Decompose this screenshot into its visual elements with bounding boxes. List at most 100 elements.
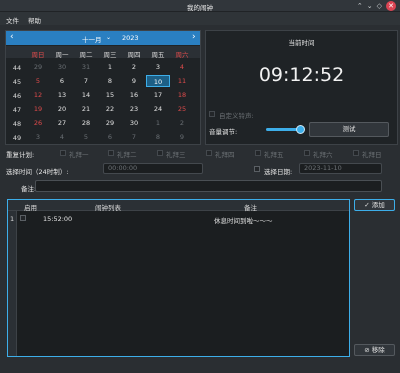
weekday-label: 周二 xyxy=(79,51,93,59)
calendar-day[interactable]: 3 xyxy=(26,131,50,143)
menu-bar: 文件 帮助 xyxy=(0,12,400,25)
time-input[interactable]: 00:00:00 xyxy=(103,163,203,174)
panel-title: 当前时间 xyxy=(288,39,315,47)
row-note: 休息时间到啦～～～ xyxy=(214,217,273,225)
repeat-day-checkbox[interactable] xyxy=(60,150,66,156)
calendar-day[interactable]: 8 xyxy=(146,131,170,143)
date-checkbox[interactable] xyxy=(254,166,260,172)
repeat-day-label: 礼拜四 xyxy=(215,151,235,159)
calendar-day[interactable]: 24 xyxy=(146,103,170,115)
calendar-day[interactable]: 1 xyxy=(98,61,122,73)
calendar-day[interactable]: 4 xyxy=(50,131,74,143)
calendar-day[interactable]: 30 xyxy=(50,61,74,73)
calendar-day[interactable]: 31 xyxy=(74,61,98,73)
title-bar: 我的闹钟 ⌃ ⌄ ◇ ✕ xyxy=(0,0,400,12)
keep-above-icon[interactable]: ⌃ xyxy=(357,1,363,11)
calendar-day[interactable]: 25 xyxy=(170,103,194,115)
calendar-day[interactable]: 14 xyxy=(74,89,98,101)
calendar[interactable]: ‹ 十一月 ⌄ 2023 › 周日 周一 周二 周三 周四 周五 周六 44 29 30 31 1 2… xyxy=(5,30,201,145)
note-input[interactable] xyxy=(35,180,382,192)
calendar-day[interactable]: 29 xyxy=(98,117,122,129)
repeat-day-label: 礼拜一 xyxy=(69,151,89,159)
calendar-day[interactable]: 28 xyxy=(74,117,98,129)
volume-slider[interactable] xyxy=(266,128,300,131)
time-label: 选择时间（24时制）: xyxy=(6,168,69,176)
calendar-day[interactable]: 9 xyxy=(170,131,194,143)
calendar-day[interactable]: 19 xyxy=(26,103,50,115)
close-icon[interactable]: ✕ xyxy=(386,1,396,11)
calendar-day[interactable]: 18 xyxy=(170,89,194,101)
week-number: 47 xyxy=(12,106,22,114)
calendar-day[interactable]: 2 xyxy=(122,61,146,73)
header-note: 备注 xyxy=(244,204,257,212)
volume-slider-handle[interactable] xyxy=(296,125,305,134)
repeat-day-checkbox[interactable] xyxy=(304,150,310,156)
menu-file[interactable]: 文件 xyxy=(6,15,19,25)
week-number: 49 xyxy=(12,134,22,142)
custom-ringtone-checkbox[interactable] xyxy=(209,111,215,117)
calendar-day[interactable]: 15 xyxy=(98,89,122,101)
calendar-day[interactable]: 2 xyxy=(170,117,194,129)
calendar-day[interactable]: 30 xyxy=(122,117,146,129)
calendar-day[interactable]: 27 xyxy=(50,117,74,129)
minimize-icon[interactable]: ⌄ xyxy=(367,1,373,11)
calendar-day[interactable]: 12 xyxy=(26,89,50,101)
remove-button[interactable]: ⊘ 移除 xyxy=(354,344,395,356)
weekday-label: 周六 xyxy=(175,51,189,59)
calendar-day[interactable]: 3 xyxy=(146,61,170,73)
week-number: 48 xyxy=(12,120,22,128)
repeat-day-checkbox[interactable] xyxy=(157,150,163,156)
repeat-day-checkbox[interactable] xyxy=(108,150,114,156)
calendar-day[interactable]: 4 xyxy=(170,61,194,73)
calendar-day[interactable]: 20 xyxy=(50,103,74,115)
week-number: 45 xyxy=(12,78,22,86)
calendar-day[interactable]: 22 xyxy=(98,103,122,115)
calendar-day[interactable]: 16 xyxy=(122,89,146,101)
calendar-day[interactable]: 8 xyxy=(98,75,122,87)
calendar-day[interactable]: 5 xyxy=(26,75,50,87)
add-button[interactable]: ✓ 添加 xyxy=(354,199,395,211)
date-label: 选择日期: xyxy=(264,168,293,176)
week-number: 46 xyxy=(12,92,22,100)
calendar-day[interactable]: 11 xyxy=(170,75,194,87)
date-input[interactable]: 2023-11-10 xyxy=(299,163,382,174)
weekday-label: 周一 xyxy=(55,51,69,59)
weekday-label: 周四 xyxy=(127,51,141,59)
calendar-day[interactable]: 6 xyxy=(50,75,74,87)
year-select[interactable]: 2023 xyxy=(122,34,139,42)
calendar-day[interactable]: 10 xyxy=(146,75,170,87)
cancel-icon: ⊘ xyxy=(364,346,370,354)
alarm-table[interactable]: 启用 闹钟列表 备注 1 15:52:00 休息时间到啦～～～ xyxy=(7,199,350,357)
table-row[interactable]: 15:52:00 休息时间到啦～～～ xyxy=(17,212,349,225)
repeat-day-checkbox[interactable] xyxy=(353,150,359,156)
calendar-day[interactable]: 7 xyxy=(122,131,146,143)
calendar-day[interactable]: 21 xyxy=(74,103,98,115)
calendar-day[interactable]: 6 xyxy=(98,131,122,143)
volume-label: 音量调节: xyxy=(209,128,238,136)
menu-help[interactable]: 帮助 xyxy=(28,15,41,25)
repeat-day-checkbox[interactable] xyxy=(206,150,212,156)
calendar-day[interactable]: 23 xyxy=(122,103,146,115)
maximize-icon[interactable]: ◇ xyxy=(377,1,382,11)
note-label: 备注: xyxy=(21,185,37,193)
header-list: 闹钟列表 xyxy=(95,204,121,212)
chevron-down-icon[interactable]: ⌄ xyxy=(106,34,111,41)
custom-ringtone-label: 自定义铃声: xyxy=(219,112,254,120)
repeat-day-label: 礼拜三 xyxy=(166,151,186,159)
calendar-day[interactable]: 17 xyxy=(146,89,170,101)
calendar-day[interactable]: 26 xyxy=(26,117,50,129)
calendar-day[interactable]: 29 xyxy=(26,61,50,73)
repeat-day-checkbox[interactable] xyxy=(255,150,261,156)
prev-month-icon[interactable]: ‹ xyxy=(10,32,14,42)
test-button[interactable]: 测试 xyxy=(309,122,389,137)
calendar-day[interactable]: 1 xyxy=(146,117,170,129)
row-enable-checkbox[interactable] xyxy=(20,215,26,221)
next-month-icon[interactable]: › xyxy=(192,32,196,42)
check-icon: ✓ xyxy=(364,201,370,209)
calendar-day[interactable]: 5 xyxy=(74,131,98,143)
calendar-day[interactable]: 13 xyxy=(50,89,74,101)
table-header: 启用 闹钟列表 备注 xyxy=(8,200,349,212)
calendar-day[interactable]: 7 xyxy=(74,75,98,87)
month-select[interactable]: 十一月 xyxy=(82,34,102,44)
calendar-day[interactable]: 9 xyxy=(122,75,146,87)
